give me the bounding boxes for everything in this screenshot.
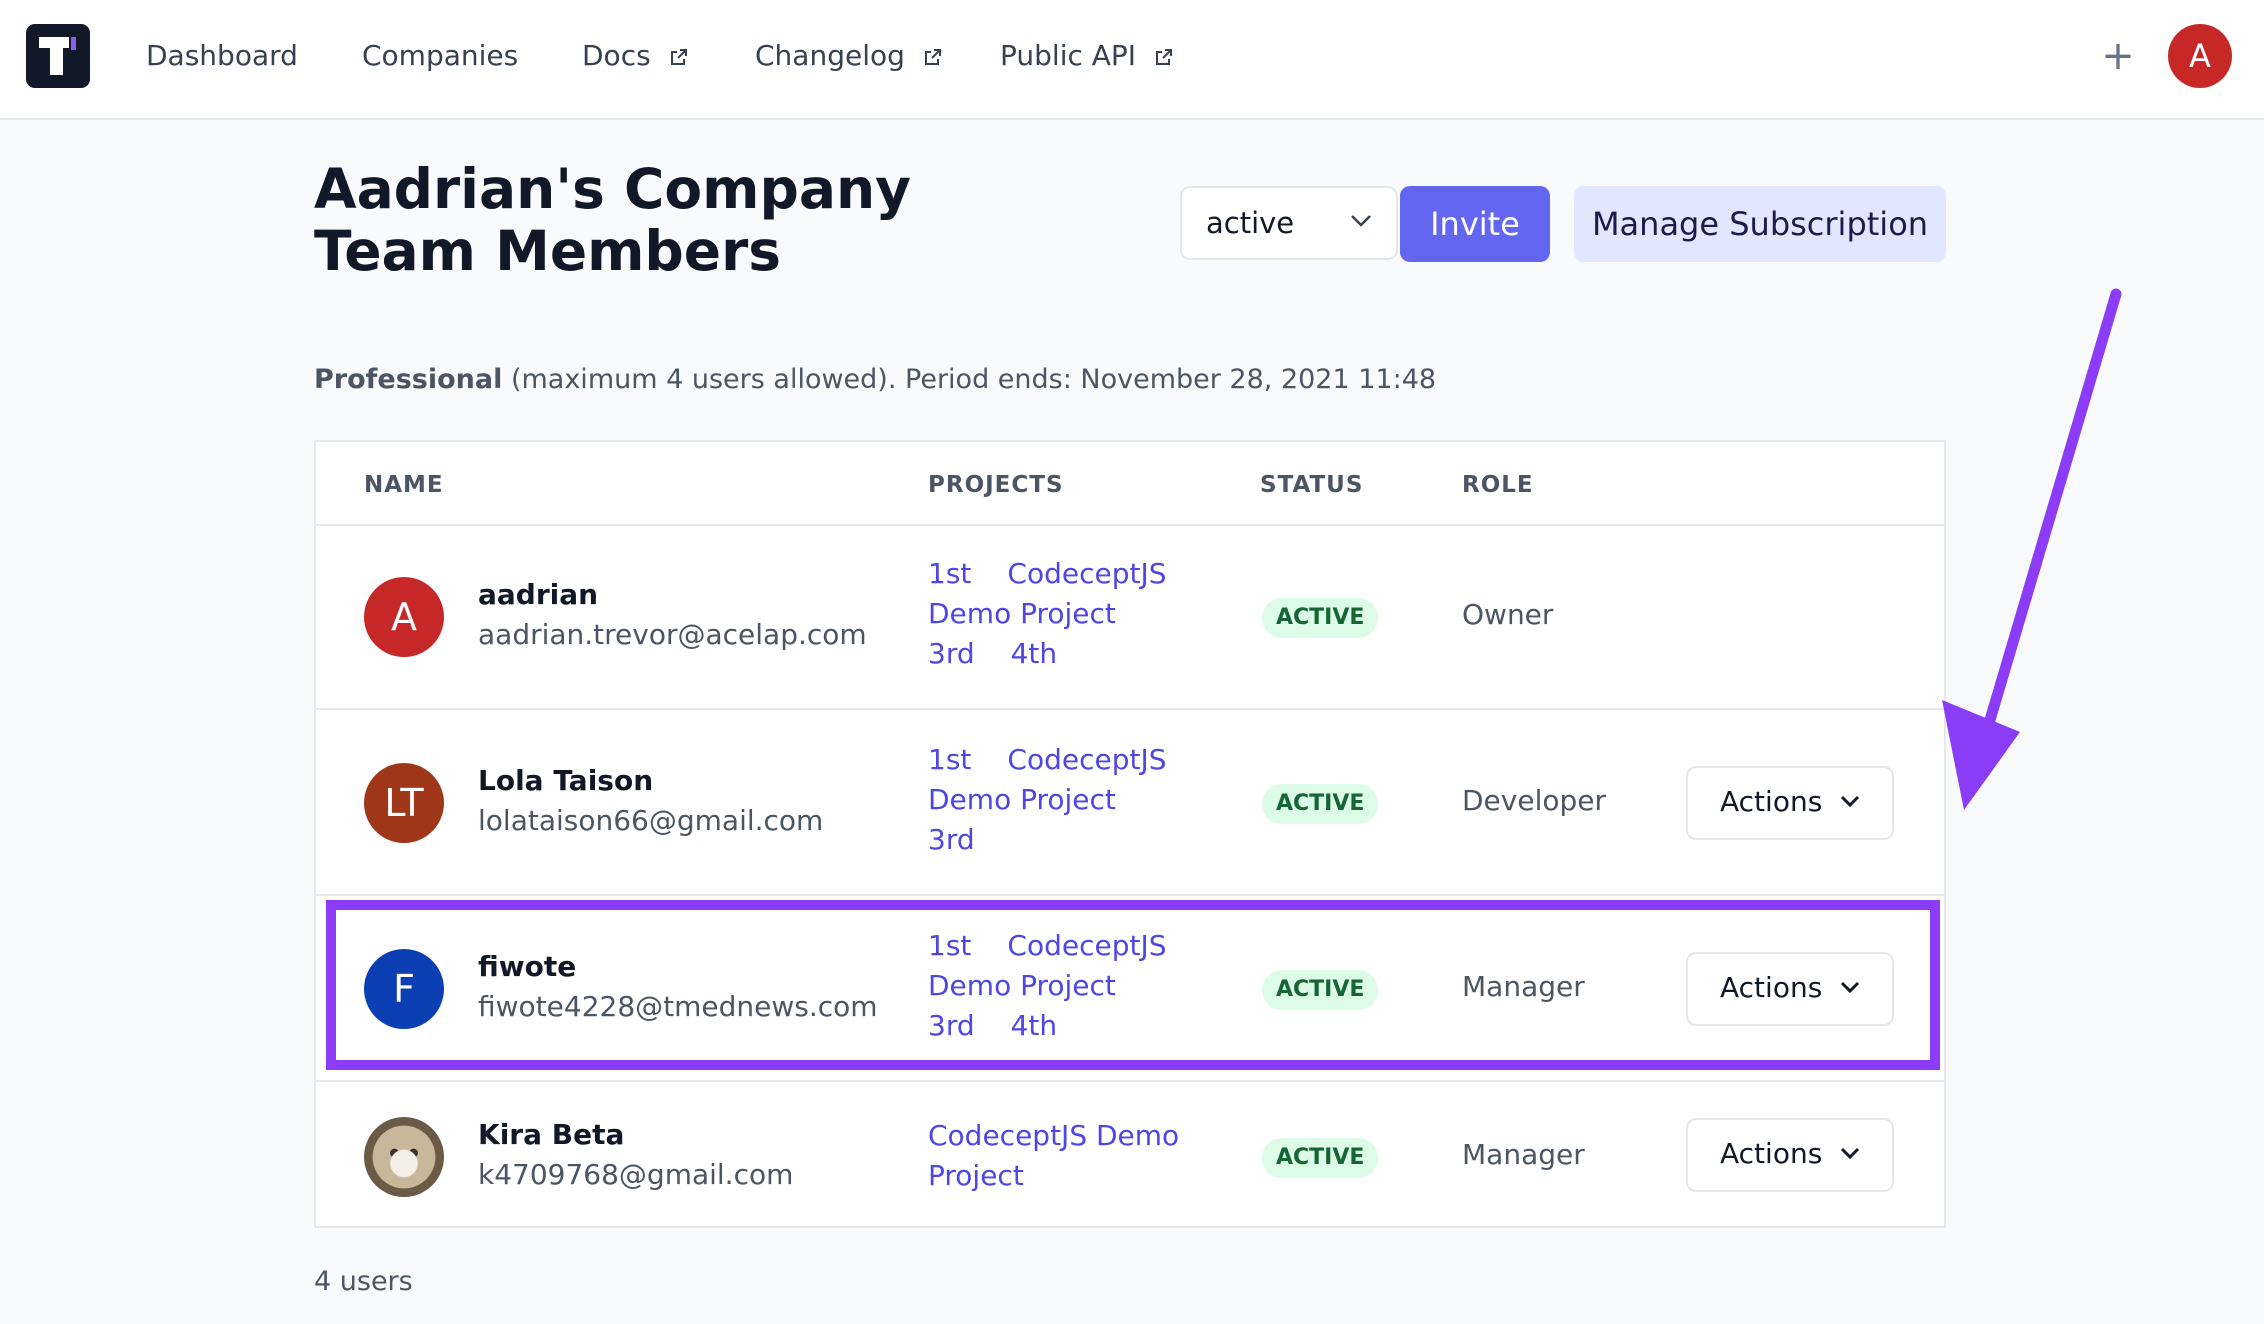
actions-dropdown-button[interactable]: Actions bbox=[1686, 766, 1894, 840]
member-projects: 1st CodeceptJS Demo Project 3rd 4th bbox=[928, 554, 1168, 674]
chevron-down-icon bbox=[1840, 1147, 1860, 1160]
avatar: F bbox=[364, 949, 444, 1029]
annotation-arrow-icon bbox=[1942, 288, 2122, 810]
chevron-down-icon bbox=[1351, 215, 1371, 227]
status-filter-select[interactable]: active bbox=[1180, 186, 1398, 260]
plan-details: (maximum 4 users allowed). Period ends: … bbox=[510, 364, 1437, 395]
page-title: Aadrian's Company Team Members bbox=[314, 157, 911, 283]
member-name: Lola Taison bbox=[478, 764, 654, 797]
project-link[interactable]: 1st bbox=[928, 557, 971, 590]
logo-accent bbox=[71, 37, 76, 50]
member-email: aadrian.trevor@acelap.com bbox=[478, 618, 867, 651]
status-badge: ACTIVE bbox=[1262, 784, 1379, 824]
member-email: lolataison66@gmail.com bbox=[478, 804, 824, 837]
nav-changelog-label: Changelog bbox=[755, 39, 905, 72]
column-header-projects: PROJECTS bbox=[928, 472, 1064, 498]
table-row: Kira Beta k4709768@gmail.com CodeceptJS … bbox=[316, 1082, 1944, 1228]
member-projects: CodeceptJS Demo Project bbox=[928, 1116, 1188, 1196]
nav-dashboard-label: Dashboard bbox=[146, 39, 298, 72]
member-email: k4709768@gmail.com bbox=[478, 1158, 794, 1191]
project-link[interactable]: 1st bbox=[928, 743, 971, 776]
status-badge: ACTIVE bbox=[1262, 598, 1379, 638]
manage-subscription-button[interactable]: Manage Subscription bbox=[1574, 186, 1946, 262]
member-name: fiwote bbox=[478, 950, 577, 983]
project-link[interactable]: CodeceptJS Demo Project bbox=[928, 1119, 1179, 1192]
column-header-name: NAME bbox=[364, 472, 444, 498]
project-link[interactable]: CodeceptJS bbox=[1007, 929, 1166, 962]
subscription-info: Professional (maximum 4 users allowed). … bbox=[314, 364, 1436, 395]
plan-name: Professional bbox=[314, 364, 503, 395]
member-role: Manager bbox=[1462, 1138, 1585, 1171]
nav-changelog[interactable]: Changelog bbox=[755, 34, 942, 78]
project-link[interactable]: 1st bbox=[928, 929, 971, 962]
column-header-status: STATUS bbox=[1260, 472, 1364, 498]
project-link[interactable]: 3rd bbox=[928, 823, 975, 856]
project-link[interactable]: CodeceptJS bbox=[1007, 557, 1166, 590]
nav-docs-label: Docs bbox=[582, 39, 651, 72]
top-navigation: Dashboard Companies Docs Changelog Publi… bbox=[0, 0, 2264, 120]
table-row: F fiwote fiwote4228@tmednews.com 1st Code… bbox=[316, 896, 1944, 1082]
nav-companies[interactable]: Companies bbox=[362, 34, 518, 78]
chevron-down-icon bbox=[1840, 795, 1860, 808]
member-projects: 1st CodeceptJS Demo Project 3rd 4th bbox=[928, 926, 1168, 1046]
nav-public-api[interactable]: Public API bbox=[1000, 34, 1173, 78]
external-link-icon bbox=[924, 49, 941, 65]
member-role: Developer bbox=[1462, 784, 1607, 817]
chevron-down-icon bbox=[1840, 981, 1860, 994]
nav-public-api-label: Public API bbox=[1000, 39, 1137, 72]
column-header-role: ROLE bbox=[1462, 472, 1534, 498]
plus-icon[interactable]: + bbox=[2098, 30, 2138, 82]
actions-dropdown-button[interactable]: Actions bbox=[1686, 1118, 1894, 1192]
table-row: LT Lola Taison lolataison66@gmail.com 1s… bbox=[316, 710, 1944, 896]
status-badge: ACTIVE bbox=[1262, 970, 1379, 1010]
member-name: Kira Beta bbox=[478, 1118, 625, 1151]
logo-mark-stem bbox=[50, 37, 63, 75]
member-email: fiwote4228@tmednews.com bbox=[478, 990, 878, 1023]
nav-companies-label: Companies bbox=[362, 39, 519, 72]
project-link[interactable]: 4th bbox=[1011, 637, 1058, 670]
actions-label: Actions bbox=[1720, 971, 1823, 1004]
member-projects: 1st CodeceptJS Demo Project 3rd bbox=[928, 740, 1168, 860]
project-link[interactable]: Demo Project bbox=[928, 783, 1116, 816]
avatar: LT bbox=[364, 763, 444, 843]
avatar: A bbox=[364, 577, 444, 657]
project-link[interactable]: CodeceptJS bbox=[1007, 743, 1166, 776]
actions-dropdown-button[interactable]: Actions bbox=[1686, 952, 1894, 1026]
nav-docs[interactable]: Docs bbox=[582, 34, 688, 78]
project-link[interactable]: Demo Project bbox=[928, 597, 1116, 630]
table-row: A aadrian aadrian.trevor@acelap.com 1st C… bbox=[316, 524, 1944, 710]
user-count: 4 users bbox=[314, 1266, 413, 1297]
external-link-icon bbox=[1155, 49, 1172, 65]
invite-button[interactable]: Invite bbox=[1400, 186, 1550, 262]
project-link[interactable]: 4th bbox=[1011, 1009, 1058, 1042]
avatar bbox=[364, 1117, 444, 1197]
team-members-table: NAME PROJECTS STATUS ROLE A aadrian aadr… bbox=[314, 440, 1946, 1228]
member-name: aadrian bbox=[478, 578, 599, 611]
project-link[interactable]: 3rd bbox=[928, 1009, 975, 1042]
member-role: Manager bbox=[1462, 970, 1585, 1003]
user-avatar[interactable]: A bbox=[2168, 24, 2232, 88]
external-link-icon bbox=[670, 49, 687, 65]
status-badge: ACTIVE bbox=[1262, 1138, 1379, 1178]
actions-label: Actions bbox=[1720, 1137, 1823, 1170]
app-logo[interactable] bbox=[26, 24, 90, 88]
actions-label: Actions bbox=[1720, 785, 1823, 818]
nav-dashboard[interactable]: Dashboard bbox=[146, 34, 298, 78]
member-role: Owner bbox=[1462, 598, 1554, 631]
table-header: NAME PROJECTS STATUS ROLE bbox=[316, 442, 1944, 526]
status-filter-value: active bbox=[1206, 206, 1295, 240]
project-link[interactable]: 3rd bbox=[928, 637, 975, 670]
project-link[interactable]: Demo Project bbox=[928, 969, 1116, 1002]
